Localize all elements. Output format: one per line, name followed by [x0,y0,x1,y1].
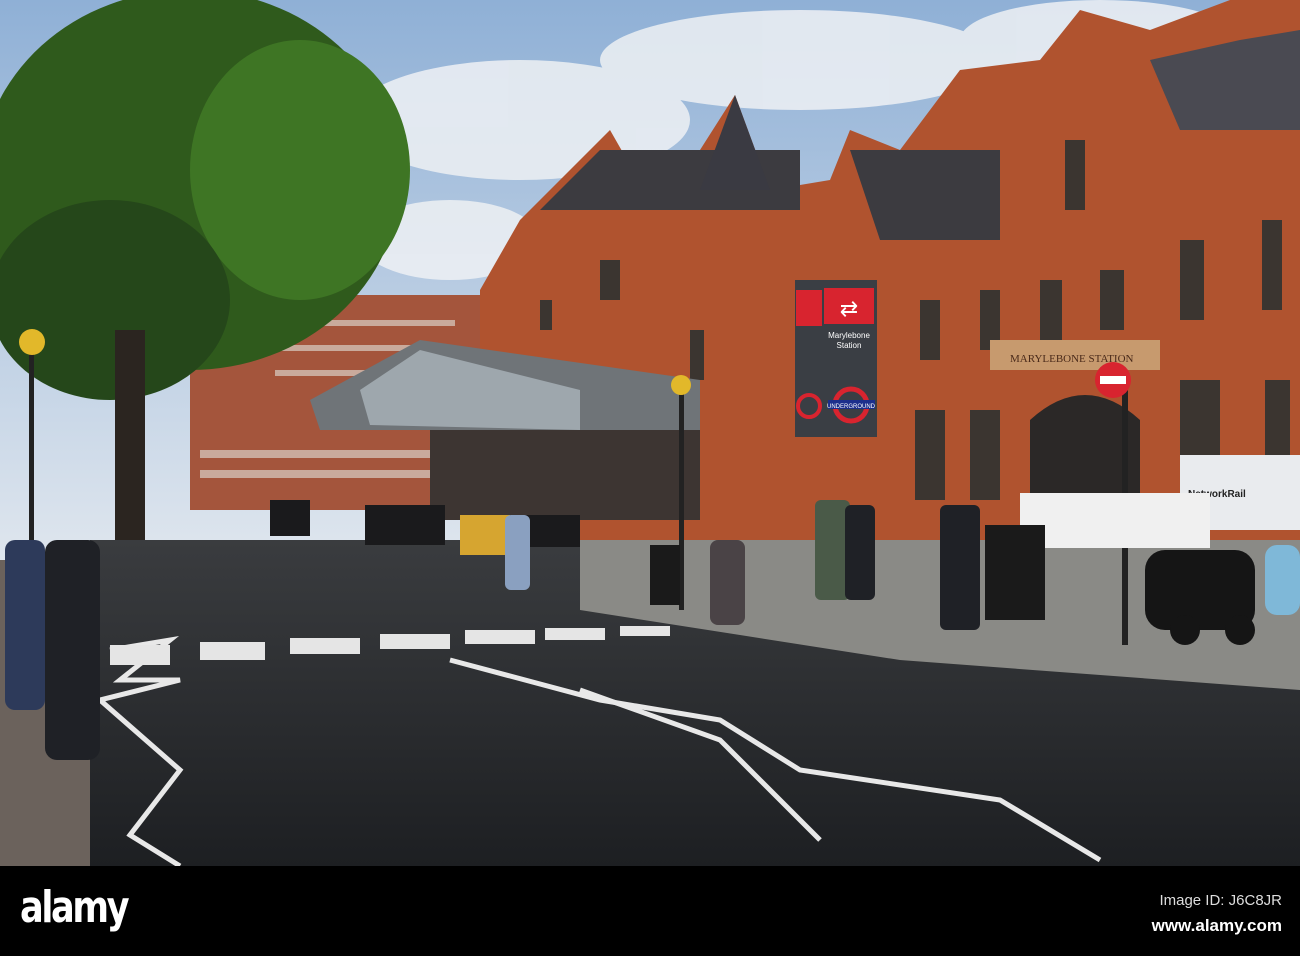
underground-label: UNDERGROUND [827,404,876,410]
rail-arrows-icon: ⇄ [840,296,858,321]
alamy-logo: alamy [20,882,130,933]
watermark-url: www.alamy.com [1151,916,1282,935]
litter-bin [985,525,1045,620]
station-sign: ⇄ Marylebone Station UNDERGROUND [795,280,877,437]
image-id: Image ID: J6C8JR [1159,892,1282,909]
sign-line1: Marylebone [828,331,870,340]
litter-bin [650,545,680,605]
sign-line2: Station [837,341,862,350]
street-photo: MARYLEBONE STATION ⇄ Marylebone Station … [0,0,1300,866]
watermark-banner: alamy Image ID: J6C8JR www.alamy.com [0,866,1300,956]
photo-scene: MARYLEBONE STATION ⇄ Marylebone Station … [0,0,1300,956]
